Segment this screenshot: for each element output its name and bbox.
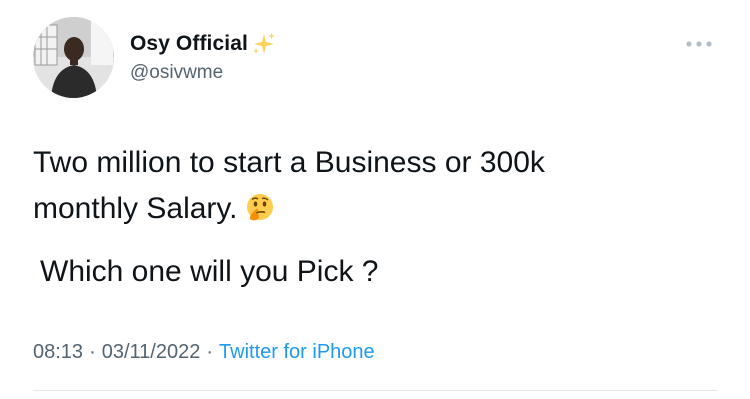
tweet-text-line-2-wrap: monthly Salary. [33, 186, 723, 232]
tweet-meta: 08:13 · 03/11/2022 · Twitter for iPhone [33, 341, 375, 364]
tweet-text: Two million to start a Business or 300k … [33, 140, 723, 232]
tweet-text-line-3: Which one will you Pick ? [40, 255, 379, 288]
tweet-text-line-2: monthly Salary. [33, 192, 238, 225]
author-handle[interactable]: @osivwme [130, 62, 223, 84]
more-options-icon[interactable] [684, 37, 714, 49]
thinking-face-icon [244, 192, 276, 224]
tweet-date[interactable]: 03/11/2022 [102, 341, 201, 364]
author-name-row[interactable]: Osy Official [130, 30, 277, 58]
tweet-time[interactable]: 08:13 [33, 341, 83, 364]
tweet-card: Osy Official @osivwme Two million to sta… [0, 0, 750, 399]
tweet-text-line-1: Two million to start a Business or 300k [33, 146, 545, 179]
tweet-source-link[interactable]: Twitter for iPhone [219, 341, 375, 364]
display-name[interactable]: Osy Official [130, 32, 248, 56]
divider [33, 390, 717, 391]
sparkles-icon [251, 31, 277, 57]
meta-separator-2: · [206, 341, 214, 363]
avatar[interactable] [33, 17, 114, 98]
meta-separator: · [89, 341, 96, 363]
